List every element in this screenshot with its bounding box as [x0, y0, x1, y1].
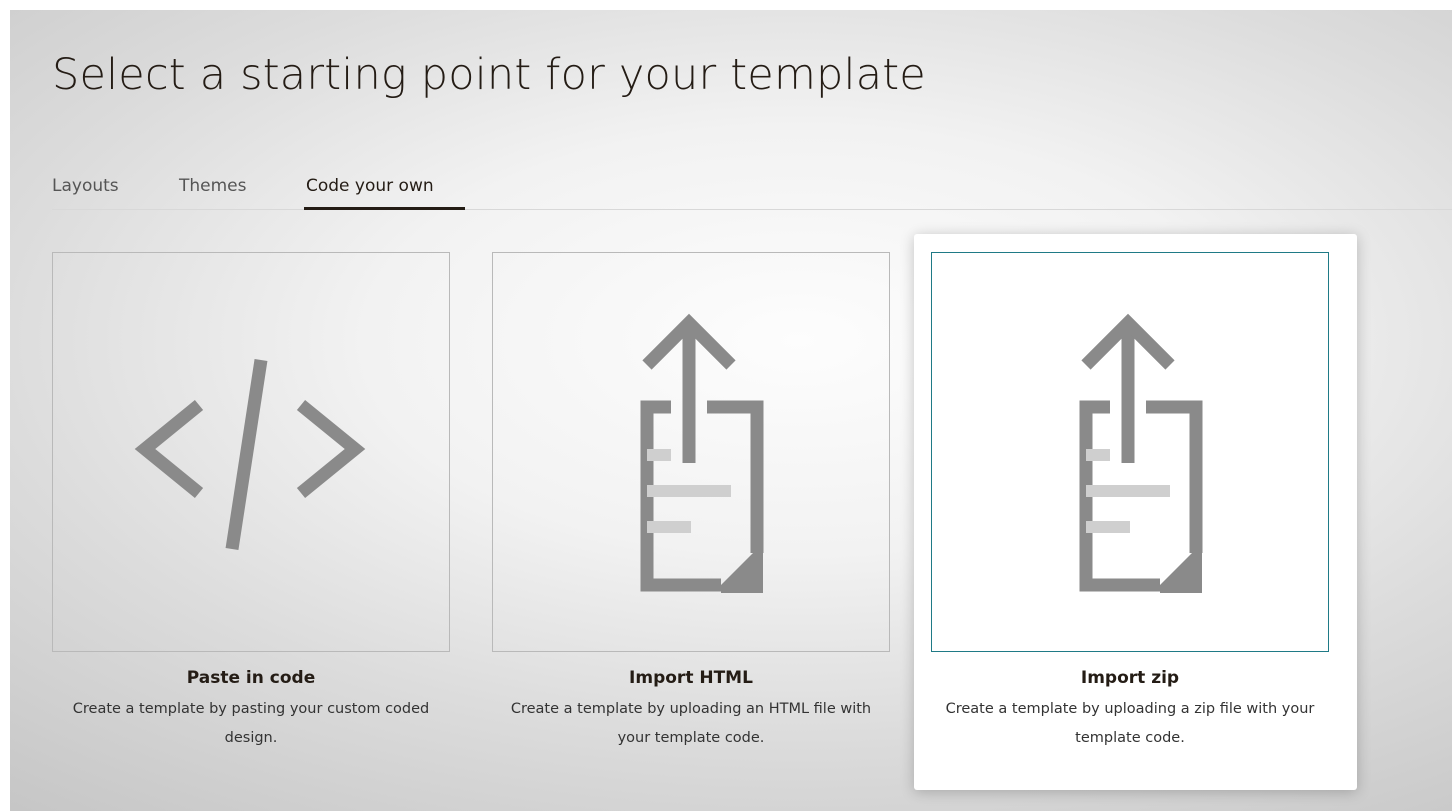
- import-html-card[interactable]: [492, 252, 890, 652]
- card-title: Paste in code: [186, 668, 316, 688]
- left-edge: [0, 0, 10, 811]
- tab-themes[interactable]: Themes: [179, 176, 247, 196]
- file-upload-icon: [1079, 313, 1203, 593]
- page-title: Select a starting point for your templat…: [52, 50, 926, 100]
- card-description: Create a template by pasting your custom…: [72, 701, 430, 746]
- import-zip-card[interactable]: [931, 252, 1329, 652]
- page: Select a starting point for your templat…: [0, 0, 1452, 811]
- active-tab-indicator: [304, 207, 465, 210]
- import-zip-caption: Import zip Create a template by uploadin…: [920, 668, 1340, 753]
- code-brackets-icon: [134, 359, 366, 550]
- card-description: Create a template by uploading an HTML f…: [510, 701, 872, 746]
- file-upload-icon: [640, 313, 764, 593]
- tab-layouts[interactable]: Layouts: [52, 176, 119, 196]
- card-title: Import HTML: [629, 668, 753, 688]
- card-description: Create a template by uploading a zip fil…: [945, 701, 1315, 746]
- tab-code-your-own[interactable]: Code your own: [306, 176, 434, 196]
- paste-in-code-caption: Paste in code Create a template by pasti…: [41, 668, 461, 753]
- top-edge: [0, 0, 1452, 10]
- paste-in-code-card[interactable]: [52, 252, 450, 652]
- tab-bar: Layouts Themes Code your own: [52, 162, 1452, 210]
- import-html-caption: Import HTML Create a template by uploadi…: [481, 668, 901, 753]
- card-title: Import zip: [1080, 668, 1180, 688]
